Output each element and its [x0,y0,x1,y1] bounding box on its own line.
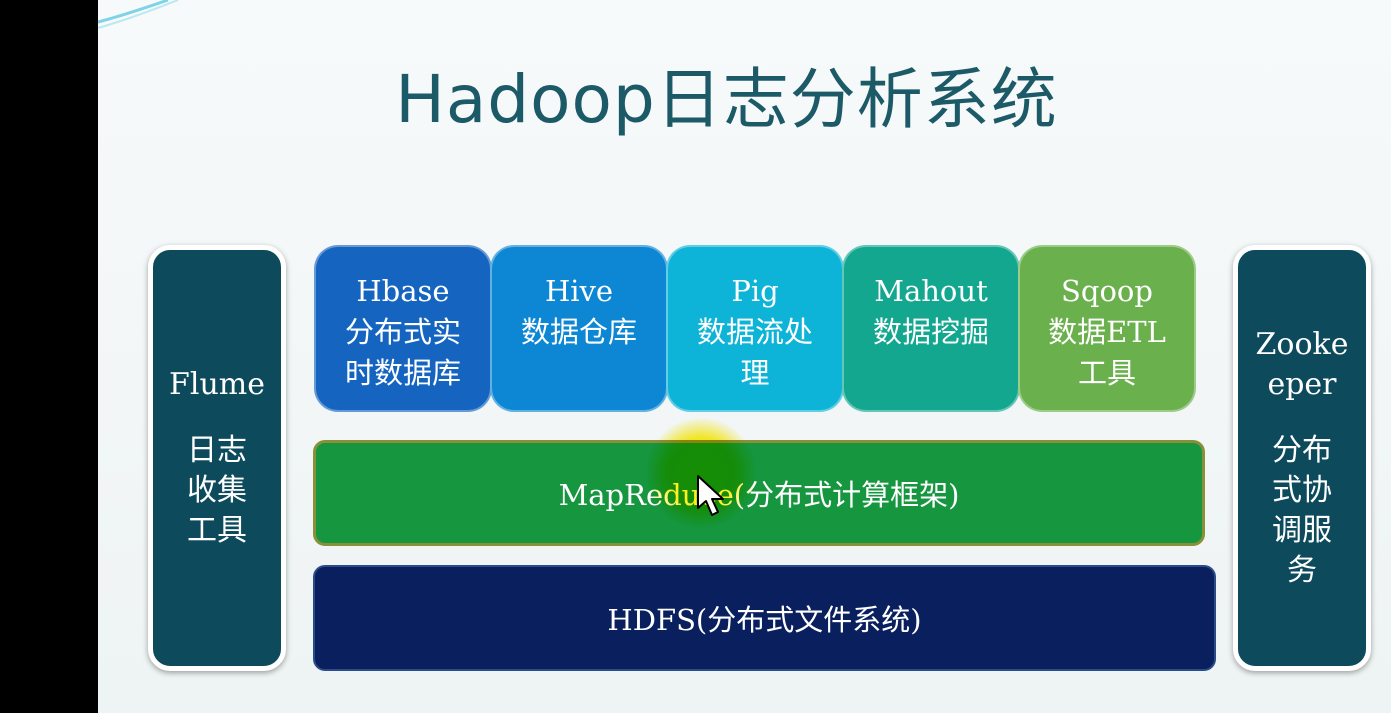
hbase-name: Hbase [356,274,450,308]
pig-desc-line: 数据流处 [696,315,813,349]
mahout-desc-line: 数据挖掘 [872,315,989,349]
mahout-name: Mahout [874,274,988,308]
flume-desc-line: 日志 [187,433,247,468]
zookeeper-desc-line: 式协 [1272,473,1332,508]
flume-desc-line: 收集 [187,473,247,508]
slide: Hadoop日志分析系统 Flume 日志 收集 工具 Zooke eper 分… [98,0,1391,713]
mahout-box: Mahout 数据挖掘 [842,245,1020,412]
zookeeper-name-line: Zooke [1255,327,1349,362]
pig-box: Pig 数据流处 理 [666,245,844,412]
flume-name: Flume [169,367,265,402]
zookeeper-name-line: eper [1267,367,1337,402]
hive-box: Hive 数据仓库 [490,245,668,412]
page-title: Hadoop日志分析系统 [395,61,1058,138]
pig-desc-line: 理 [740,356,770,390]
mapreduce-label: MapReduce(分布式计算框架) [558,478,960,512]
corner-decoration [98,0,179,29]
flume-panel: Flume 日志 收集 工具 [148,245,286,671]
hbase-desc-line: 分布式实 [344,315,461,349]
sqoop-name: Sqoop [1061,274,1153,308]
zookeeper-desc-line: 务 [1287,553,1317,588]
sqoop-box: Sqoop 数据ETL 工具 [1018,245,1196,412]
hbase-box: Hbase 分布式实 时数据库 [314,245,492,412]
hbase-desc-line: 时数据库 [344,356,461,390]
zookeeper-desc-line: 调服 [1272,513,1332,548]
hdfs-label: HDFS(分布式文件系统) [607,603,922,637]
sqoop-desc-line: 工具 [1077,356,1136,390]
pig-name: Pig [731,274,779,308]
zookeeper-panel: Zooke eper 分布 式协 调服 务 [1233,245,1371,671]
hive-desc-line: 数据仓库 [520,315,637,349]
pointer-cursor-icon [697,475,724,516]
mapreduce-bar: MapReduce(分布式计算框架) [313,440,1205,546]
flume-desc-line: 工具 [187,513,247,548]
hive-name: Hive [544,274,614,308]
hdfs-bar: HDFS(分布式文件系统) [313,565,1216,671]
sqoop-desc-line: 数据ETL [1048,315,1166,349]
zookeeper-desc-line: 分布 [1272,433,1332,468]
